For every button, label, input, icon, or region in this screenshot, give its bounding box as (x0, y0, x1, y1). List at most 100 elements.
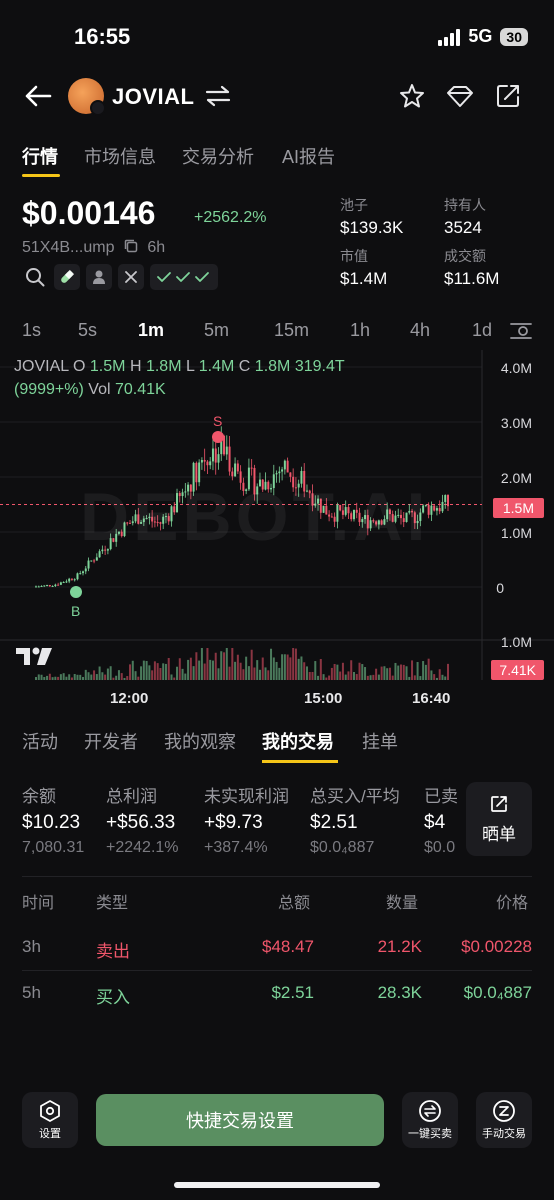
star-icon[interactable] (398, 82, 426, 110)
candle-body (228, 446, 231, 472)
volume-bar (153, 661, 156, 680)
share-trade-button[interactable]: 晒单 (466, 782, 532, 856)
volume-bar (366, 675, 369, 680)
chart-settings-icon[interactable] (508, 318, 534, 349)
tab-market[interactable]: 行情 (22, 143, 58, 169)
total-pnl-label: 总利润 (106, 787, 157, 806)
candle-body (40, 586, 43, 588)
volume-bar (206, 648, 209, 680)
chain-badge-icon (90, 100, 106, 116)
candle-body (225, 446, 228, 455)
one-click-trade-button[interactable]: 一键买卖 (402, 1092, 458, 1148)
candle-body (209, 461, 212, 466)
candle-body (37, 586, 40, 588)
volume-bar (231, 648, 234, 680)
volume-bar (189, 657, 192, 680)
tab-developer[interactable]: 开发者 (84, 728, 138, 754)
candle-body (46, 584, 49, 586)
diamond-icon[interactable] (446, 82, 474, 110)
tab-trade-analysis[interactable]: 交易分析 (182, 143, 254, 169)
tab-activity[interactable]: 活动 (22, 728, 58, 754)
pill-icon[interactable] (54, 264, 80, 290)
candle-body (278, 471, 281, 474)
settings-label: 设置 (39, 1128, 61, 1140)
candle-body (231, 471, 234, 477)
candle-body (93, 560, 96, 562)
volume-bar (76, 674, 79, 680)
col-time: 时间 (22, 895, 55, 912)
tab-ai-report[interactable]: AI报告 (282, 143, 335, 169)
volume-bar (214, 652, 217, 680)
volume-bar (59, 674, 62, 680)
swap-icon[interactable] (204, 84, 232, 108)
volume-bar (422, 661, 425, 680)
sell-marker-label: S (213, 413, 223, 429)
row-qty: 28.3K (377, 983, 422, 1002)
candle-body (211, 448, 214, 462)
volume-bar (79, 674, 82, 680)
ohlc-o-label: O (73, 358, 86, 375)
cellular-signal-icon (438, 28, 461, 46)
volume-bar (308, 672, 311, 680)
interval-1s[interactable]: 1s (22, 320, 41, 341)
volume-bar (281, 654, 284, 680)
volume-bar (275, 661, 278, 680)
volume-bar (181, 668, 184, 680)
candle-body (275, 473, 278, 475)
row-total: $48.47 (262, 937, 314, 956)
volume-bar (402, 664, 405, 680)
volume-bar (350, 660, 353, 680)
interval-5m[interactable]: 5m (204, 320, 229, 341)
interval-15m[interactable]: 15m (274, 320, 309, 341)
buy-marker-dot[interactable] (70, 586, 82, 598)
interval-1d[interactable]: 1d (472, 320, 492, 341)
tab-my-watch[interactable]: 我的观察 (164, 728, 236, 754)
volume-bar (253, 667, 256, 680)
share-edit-icon (491, 795, 507, 812)
quick-trade-settings-button[interactable]: 快捷交易设置 (96, 1094, 384, 1146)
buy-avg-value: $0.0₄887 (310, 839, 375, 856)
interval-5s[interactable]: 5s (78, 320, 97, 341)
candle-body (286, 460, 289, 473)
col-total: 总额 (278, 895, 311, 912)
candle-body (76, 573, 79, 580)
share-edit-icon[interactable] (494, 82, 522, 110)
candle-body (250, 467, 253, 469)
candle-body (35, 586, 37, 588)
search-icon[interactable] (22, 264, 48, 290)
x-twitter-icon[interactable] (118, 264, 144, 290)
dev-icon[interactable] (86, 264, 112, 290)
tab-my-trades[interactable]: 我的交易 (262, 728, 334, 754)
manual-trade-icon (493, 1100, 515, 1122)
volume-bar (184, 673, 187, 680)
interval-1m[interactable]: 1m (138, 320, 164, 341)
volume-bar (339, 671, 342, 680)
back-arrow-icon[interactable] (22, 82, 54, 110)
token-address[interactable]: 51X4B...ump (22, 239, 115, 256)
unrealized-label: 未实现利润 (204, 787, 289, 806)
interval-4h[interactable]: 4h (410, 320, 430, 341)
volume-bar (297, 658, 300, 680)
candle-body (79, 573, 82, 575)
candle-body (57, 584, 60, 586)
candle-body (435, 508, 438, 511)
row-divider (22, 970, 532, 971)
volume-bar (377, 674, 380, 680)
volume-bar (391, 675, 394, 680)
candle-body (59, 582, 62, 585)
volume-bar (424, 664, 427, 680)
sell-marker-dot[interactable] (212, 431, 224, 443)
volume-bar (87, 672, 90, 680)
volume-bar (192, 666, 195, 680)
manual-trade-button[interactable]: 手动交易 (476, 1092, 532, 1148)
interval-1h[interactable]: 1h (350, 320, 370, 341)
tab-market-info[interactable]: 市场信息 (84, 143, 156, 169)
security-checks[interactable] (150, 264, 218, 290)
volume-bar (131, 660, 134, 680)
token-price: $0.00146 (22, 195, 156, 231)
tab-orders[interactable]: 挂单 (362, 728, 398, 754)
volume-bar (435, 677, 438, 680)
settings-button[interactable]: 设置 (22, 1092, 78, 1148)
home-indicator (174, 1182, 380, 1188)
copy-icon[interactable] (123, 238, 139, 254)
